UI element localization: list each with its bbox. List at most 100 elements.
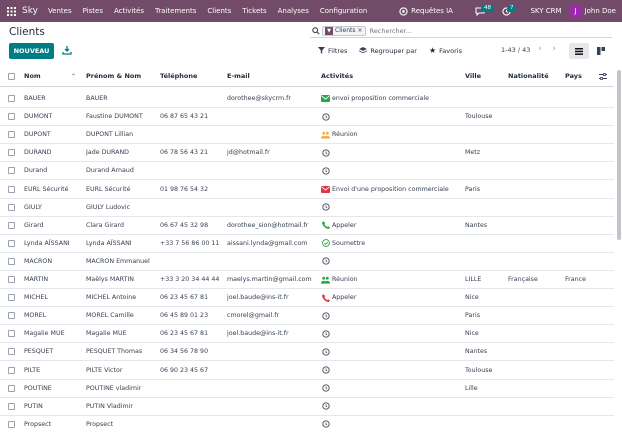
column-header-prenom[interactable]: Prénom & Nom [86,66,141,86]
cell-activites[interactable] [321,108,461,125]
chevron-left-icon[interactable]: ‹ [535,44,545,54]
clock-icon[interactable] [321,166,330,175]
clock-icon[interactable] [321,384,330,393]
clock-icon[interactable] [321,347,330,356]
row-checkbox[interactable] [8,131,15,139]
cell-activites[interactable] [321,144,461,161]
phone-green-icon[interactable] [321,221,330,230]
app-grid-icon[interactable] [0,0,22,22]
table-row[interactable]: MICHEL MICHEL Antoine 06 23 45 67 81 joel.b… [0,289,614,308]
clock-icon[interactable] [321,203,330,212]
table-row[interactable]: MARTIN Maëlys MARTIN +33 3 20 34 44 44 mael… [0,271,614,289]
table-row[interactable]: POUTINE POUTINE vladimir Lille [0,380,614,398]
kanban-view-button[interactable] [591,43,611,59]
table-row[interactable]: Magalie MUE Magalie MUE 06 23 45 67 81 joel… [0,325,614,344]
row-checkbox[interactable] [8,276,15,283]
company-switcher[interactable]: SKY CRM [530,7,561,15]
mail-red-icon[interactable] [321,185,330,194]
meeting-green-icon[interactable] [321,275,330,284]
row-checkbox[interactable] [8,185,15,193]
table-row[interactable]: Durand Durand Arnaud [0,162,614,181]
row-checkbox[interactable] [8,366,15,374]
menu-item-0[interactable]: Ventes [48,7,72,15]
meeting-icon[interactable] [321,130,330,139]
table-row[interactable]: Propsect Propsect [0,416,614,432]
cell-activites[interactable] [321,325,461,342]
clock-icon[interactable] [321,402,330,411]
menu-item-4[interactable]: Clients [207,7,231,15]
chevron-right-icon[interactable]: › [549,44,559,54]
scrollbar[interactable] [617,70,621,240]
row-checkbox[interactable] [8,348,15,356]
list-view-button[interactable] [569,43,589,59]
sort-asc-icon[interactable]: ⌃ [71,66,76,86]
table-row[interactable]: DUMONT Faustine DUMONT 06 87 65 43 21 Toulo… [0,108,614,127]
cell-activites[interactable] [321,253,461,270]
table-row[interactable]: Lynda AÏSSANI Lynda AÏSSANI +33 7 56 86 00… [0,235,614,253]
cell-activites[interactable] [321,199,461,216]
favorites-button[interactable]: ★ Favoris [429,46,462,55]
check-icon[interactable] [321,239,330,248]
cell-activites[interactable] [321,398,461,415]
cell-activites[interactable] [321,307,461,324]
remove-facet-icon[interactable]: × [358,27,363,34]
filters-button[interactable]: Filtres [318,46,347,55]
group-by-button[interactable]: Regrouper par [359,46,417,55]
clock-icon[interactable] [321,329,330,338]
cell-activites[interactable] [321,416,461,432]
table-row[interactable]: DURAND Jade DURAND 06 78 56 43 21 jd@hotmai… [0,144,614,163]
column-header-telephone[interactable]: Téléphone [160,66,197,86]
clock-icon[interactable] [321,311,330,320]
column-header-pays[interactable]: Pays [565,66,582,86]
download-icon[interactable] [62,45,72,55]
row-checkbox[interactable] [8,203,15,211]
table-row[interactable]: EURL Sécurité EURL Sécurité 01 98 76 54 32… [0,181,614,199]
row-checkbox[interactable] [8,312,15,320]
search-facet[interactable]: ▼ Clients × [322,25,366,36]
table-row[interactable]: Girard Clara Girard 06 67 45 32 98 dorothee… [0,217,614,235]
row-checkbox[interactable] [8,294,15,302]
table-row[interactable]: PESQUET PESQUET Thomas 06 34 56 78 90 Nante… [0,343,614,362]
mail-green-icon[interactable] [321,94,330,103]
row-checkbox[interactable] [8,257,15,265]
search-input[interactable] [369,26,550,35]
menu-item-1[interactable]: Pistes [83,7,103,15]
cell-activites[interactable] [321,362,461,379]
column-header-ville[interactable]: Ville [465,66,481,86]
row-checkbox[interactable] [8,221,15,229]
row-checkbox[interactable] [8,330,15,338]
row-checkbox[interactable] [8,384,15,392]
row-checkbox[interactable] [8,239,15,247]
column-header-nationalite[interactable]: Nationalité [508,66,549,86]
clock-icon[interactable] [321,366,330,375]
cell-activites[interactable]: Réunion [321,271,461,288]
menu-item-2[interactable]: Activités [114,7,144,15]
row-checkbox[interactable] [8,420,15,428]
cell-activites[interactable]: Envoi d'une proposition commerciale [321,181,461,198]
table-row[interactable]: MOREL MOREL Camille 06 45 89 01 23 cmorel@g… [0,307,614,326]
phone-red-icon[interactable] [321,293,330,302]
column-header-email[interactable]: E-mail [227,66,250,86]
column-header-activites[interactable]: Activités [321,66,353,86]
cell-activites[interactable]: Appeler [321,289,461,306]
page-title[interactable]: Clients [9,26,45,38]
table-row[interactable]: BAUER BAUER dorothee@skycrm.fr envoi propos… [0,90,614,108]
activity-button[interactable]: 7 [502,4,517,16]
row-checkbox[interactable] [8,149,15,157]
row-checkbox[interactable] [8,402,15,410]
menu-item-5[interactable]: Tickets [242,7,266,15]
menu-item-6[interactable]: Analyses [278,7,309,15]
table-row[interactable]: PUTIN PUTIN Vladimir [0,398,614,416]
user-menu[interactable]: J John Doe [569,5,616,17]
requetes-ia-menu[interactable]: Requêtes IA [399,6,453,16]
cell-activites[interactable]: Soumettre [321,235,461,252]
cell-activites[interactable] [321,380,461,397]
row-checkbox[interactable] [8,95,15,102]
app-brand[interactable]: Sky [22,6,38,16]
menu-item-3[interactable]: Traitements [155,7,196,15]
clock-icon[interactable] [321,148,330,157]
new-button[interactable]: NOUVEAU [9,43,54,59]
table-row[interactable]: DUPONT DUPONT Lillian Réunion [0,126,614,145]
menu-item-7[interactable]: Configuration [320,7,367,15]
table-row[interactable]: PILTE PILTE Victor 06 90 23 45 67 Toulouse [0,362,614,380]
